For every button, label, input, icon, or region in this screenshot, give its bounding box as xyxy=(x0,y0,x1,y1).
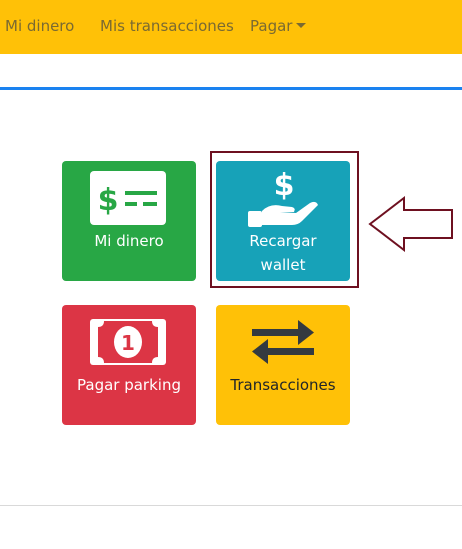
svg-text:$: $ xyxy=(98,183,119,218)
tile-pagar-parking-label: Pagar parking xyxy=(77,376,181,394)
tile-mi-dinero[interactable]: $ Mi dinero xyxy=(62,161,196,281)
tile-pagar-parking[interactable]: 1 Pagar parking xyxy=(62,305,196,425)
highlight-box xyxy=(210,151,359,288)
footer-divider xyxy=(0,505,462,506)
tile-transacciones-label: Transacciones xyxy=(230,376,336,394)
banknote-icon: 1 xyxy=(90,319,166,365)
left-arrow-outline-icon xyxy=(368,196,453,252)
money-card-icon: $ xyxy=(90,171,166,225)
tile-mi-dinero-label: Mi dinero xyxy=(94,232,164,250)
exchange-arrows-icon xyxy=(252,320,314,364)
caret-down-icon xyxy=(296,23,307,28)
tile-transacciones[interactable]: Transacciones xyxy=(216,305,350,425)
svg-text:1: 1 xyxy=(121,331,135,355)
top-navbar: Mi dinero Mis transacciones Pagar xyxy=(0,0,462,54)
nav-pagar-label: Pagar xyxy=(250,17,293,35)
nav-mis-transacciones[interactable]: Mis transacciones xyxy=(100,17,234,35)
nav-mi-dinero[interactable]: Mi dinero xyxy=(5,17,74,35)
nav-pagar-dropdown[interactable]: Pagar xyxy=(250,17,307,35)
header-divider xyxy=(0,87,462,90)
